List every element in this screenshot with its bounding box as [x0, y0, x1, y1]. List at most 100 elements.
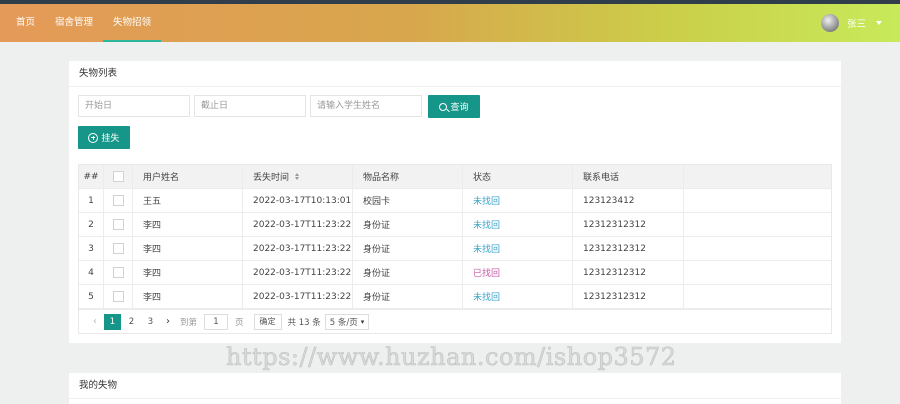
my-lost-card: 我的失物 — [69, 373, 841, 404]
table-row: 3 李四 2022-03-17T11:23:22... 身份证 未找回 1231… — [79, 237, 831, 261]
row-select — [104, 189, 133, 212]
row-checkbox[interactable] — [112, 195, 124, 206]
header-actions — [684, 165, 831, 188]
page-size-select[interactable]: 5 条/页 ▾ — [324, 313, 370, 330]
table-header-row: ## 用户姓名 丢失时间 物品名称 状态 联系电话 — [79, 165, 831, 189]
row-actions — [684, 213, 831, 236]
table-row: 2 李四 2022-03-17T11:23:22... 身份证 未找回 1231… — [79, 213, 831, 237]
sort-icon[interactable] — [295, 173, 300, 180]
my-lost-title: 我的失物 — [69, 373, 841, 399]
header-name: 用户姓名 — [133, 165, 243, 188]
nav-item-dorm[interactable]: 宿舍管理 — [45, 4, 103, 42]
lost-list-title: 失物列表 — [69, 61, 841, 87]
search-icon — [439, 102, 448, 111]
prev-page-icon[interactable]: ‹ — [87, 314, 103, 330]
report-loss-label: 挂失 — [101, 134, 120, 144]
row-index: 5 — [79, 285, 104, 308]
search-button[interactable]: 查询 — [428, 95, 480, 118]
header-phone: 联系电话 — [573, 165, 684, 188]
row-phone: 12312312312 — [573, 285, 684, 308]
row-actions — [684, 261, 831, 284]
row-select — [104, 237, 133, 260]
header-select-all — [104, 165, 133, 188]
row-phone: 12312312312 — [573, 237, 684, 260]
row-select — [104, 261, 133, 284]
select-all-checkbox[interactable] — [112, 171, 124, 182]
row-item: 身份证 — [353, 285, 463, 308]
page-unit-label: 页 — [235, 317, 244, 328]
row-time: 2022-03-17T11:23:22... — [243, 285, 353, 308]
row-phone: 12312312312 — [573, 261, 684, 284]
header-index: ## — [79, 165, 104, 188]
row-name: 李四 — [133, 213, 243, 236]
row-name: 李四 — [133, 285, 243, 308]
row-item: 身份证 — [353, 261, 463, 284]
row-time: 2022-03-17T11:23:22... — [243, 261, 353, 284]
row-item: 校园卡 — [353, 189, 463, 212]
filter-bar: 开始日 截止日 请输入学生姓名 查询 — [78, 95, 480, 118]
header-item: 物品名称 — [353, 165, 463, 188]
page-number[interactable]: 3 — [142, 314, 159, 330]
lost-list-card: 失物列表 开始日 截止日 请输入学生姓名 查询 挂失 ## 用户姓名 丢失时间 … — [69, 61, 841, 343]
row-checkbox[interactable] — [112, 267, 124, 278]
row-status: 未找回 — [463, 213, 573, 236]
add-circle-icon — [88, 132, 99, 143]
row-actions — [684, 189, 831, 212]
page-size-value: 5 条/页 — [329, 317, 358, 328]
row-time: 2022-03-17T11:23:22... — [243, 237, 353, 260]
row-actions — [684, 285, 831, 308]
goto-label: 到第 — [180, 317, 198, 328]
row-phone: 123123412 — [573, 189, 684, 212]
row-time: 2022-03-17T10:13:01... — [243, 189, 353, 212]
nav-item-lost-found[interactable]: 失物招领 — [103, 4, 162, 42]
main-nav: 首页 宿舍管理 失物招领 — [6, 4, 162, 42]
caret-down-icon — [876, 21, 882, 25]
row-index: 2 — [79, 213, 104, 236]
row-status: 未找回 — [463, 285, 573, 308]
end-date-input[interactable]: 截止日 — [194, 95, 306, 117]
chevron-down-icon: ▾ — [360, 317, 365, 326]
pagination: ‹ 1 2 3 › 到第 1 页 确定 共 13 条 5 条/页 ▾ — [79, 309, 831, 333]
table-row: 4 李四 2022-03-17T11:23:22... 身份证 已找回 1231… — [79, 261, 831, 285]
report-loss-button[interactable]: 挂失 — [78, 126, 130, 149]
user-menu[interactable]: 张三 — [820, 4, 882, 42]
avatar[interactable] — [820, 14, 839, 32]
row-index: 3 — [79, 237, 104, 260]
row-actions — [684, 237, 831, 260]
top-header: 首页 宿舍管理 失物招领 张三 — [0, 4, 900, 42]
table-row: 5 李四 2022-03-17T11:23:22... 身份证 未找回 1231… — [79, 285, 831, 309]
row-checkbox[interactable] — [112, 291, 124, 302]
user-name[interactable]: 张三 — [847, 16, 866, 30]
next-page-icon[interactable]: › — [160, 314, 176, 330]
row-name: 李四 — [133, 237, 243, 260]
row-name: 王五 — [133, 189, 243, 212]
row-checkbox[interactable] — [112, 219, 124, 230]
watermark: https://www.huzhan.com/ishop3572 — [226, 343, 677, 372]
row-index: 4 — [79, 261, 104, 284]
start-date-input[interactable]: 开始日 — [78, 95, 190, 117]
page-number[interactable]: 2 — [123, 314, 140, 330]
row-phone: 12312312312 — [573, 213, 684, 236]
row-checkbox[interactable] — [112, 243, 124, 254]
table-row: 1 王五 2022-03-17T10:13:01... 校园卡 未找回 1231… — [79, 189, 831, 213]
header-time-label: 丢失时间 — [253, 173, 290, 183]
page-number-current[interactable]: 1 — [104, 313, 121, 330]
goto-confirm-button[interactable]: 确定 — [253, 313, 282, 330]
row-index: 1 — [79, 189, 104, 212]
row-select — [104, 285, 133, 308]
header-status: 状态 — [463, 165, 573, 188]
nav-item-home[interactable]: 首页 — [6, 4, 45, 42]
row-item: 身份证 — [353, 213, 463, 236]
goto-page-input[interactable]: 1 — [204, 313, 229, 330]
lost-items-table: ## 用户姓名 丢失时间 物品名称 状态 联系电话 1 王五 2022-03-1… — [78, 164, 832, 334]
total-count: 共 13 条 — [287, 317, 321, 328]
row-item: 身份证 — [353, 237, 463, 260]
row-status: 未找回 — [463, 189, 573, 212]
student-name-input[interactable]: 请输入学生姓名 — [310, 95, 422, 117]
row-time: 2022-03-17T11:23:22... — [243, 213, 353, 236]
row-select — [104, 213, 133, 236]
search-button-label: 查询 — [450, 103, 469, 113]
header-time[interactable]: 丢失时间 — [243, 165, 353, 188]
row-status: 已找回 — [463, 261, 573, 284]
row-status: 未找回 — [463, 237, 573, 260]
